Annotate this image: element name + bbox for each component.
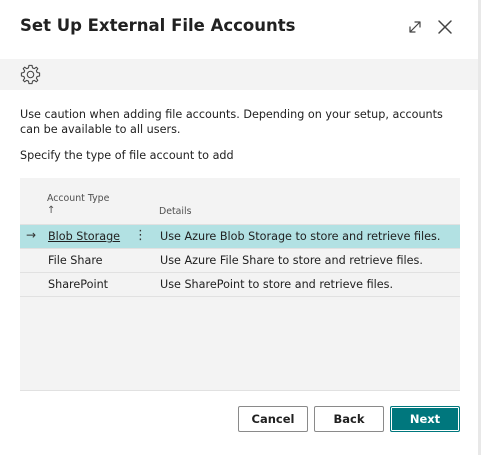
details-cell: Use Azure Blob Storage to store and retr… — [160, 230, 441, 243]
close-icon — [438, 20, 452, 34]
account-type-grid: Account Type ↑ Details → Blob Storage ⋮ … — [20, 178, 460, 391]
settings-button[interactable] — [19, 63, 42, 86]
sort-ascending-icon: ↑ — [47, 205, 56, 216]
details-cell: Use Azure File Share to store and retrie… — [160, 254, 423, 267]
cancel-button[interactable]: Cancel — [238, 406, 308, 432]
setup-dialog: Set Up External File Accounts Use cautio… — [0, 0, 481, 455]
account-type-cell[interactable]: Blob Storage — [48, 230, 120, 243]
next-button[interactable]: Next — [390, 406, 460, 432]
grid-row-blob-storage[interactable]: → Blob Storage ⋮ Use Azure Blob Storage … — [20, 225, 460, 249]
column-header-account-type-label: Account Type — [47, 193, 110, 204]
gear-icon — [20, 64, 41, 85]
expand-icon — [409, 21, 421, 33]
caution-text: Use caution when adding file accounts. D… — [20, 108, 443, 136]
instruction-text: Specify the type of file account to add — [20, 149, 234, 162]
dialog-toolbar — [0, 59, 478, 90]
grid-row-sharepoint[interactable]: SharePoint Use SharePoint to store and r… — [20, 273, 460, 297]
account-type-cell[interactable]: SharePoint — [48, 278, 108, 291]
dialog-header: Set Up External File Accounts — [0, 0, 481, 58]
close-button[interactable] — [434, 16, 456, 38]
back-button[interactable]: Back — [314, 406, 384, 432]
account-type-cell[interactable]: File Share — [48, 254, 103, 267]
dialog-title: Set Up External File Accounts — [20, 16, 296, 35]
expand-button[interactable] — [404, 16, 426, 38]
details-cell: Use SharePoint to store and retrieve fil… — [160, 278, 394, 291]
grid-row-file-share[interactable]: File Share Use Azure File Share to store… — [20, 249, 460, 273]
current-row-arrow-icon: → — [26, 228, 37, 242]
row-actions-icon[interactable]: ⋮ — [134, 226, 147, 246]
